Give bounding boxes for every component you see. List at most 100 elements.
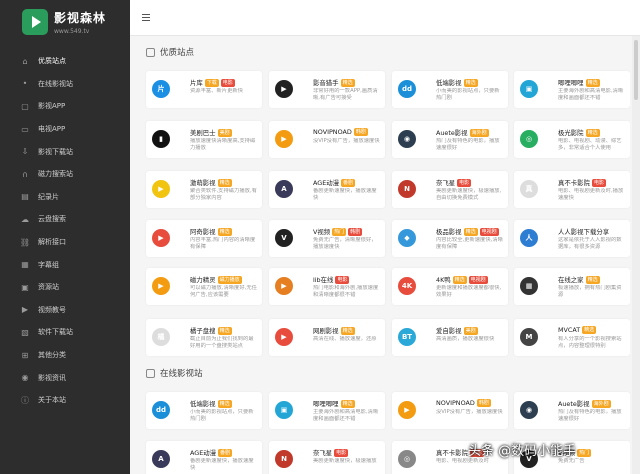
site-card[interactable]: ◎ 极光影院 精选 电影、电视剧、动漫、综艺多，非常适合个人使用 (514, 121, 630, 158)
site-name: V视频 (313, 228, 331, 236)
sidebar-item[interactable]: ⛓ 解析接口 (0, 231, 130, 254)
software-icon: ▧ (21, 327, 29, 337)
site-title: lib在线 电影 (313, 275, 350, 284)
sidebar-item[interactable]: ⌂ 优质站点 (0, 50, 130, 73)
site-description: 热门及有特色的电影，播放速度很好 (436, 138, 500, 151)
site-tag-badge: 精选 (585, 275, 600, 284)
site-card[interactable]: 橘 橘子盘搜 精选 截止目前为止我们找到的最好用的一个盘搜类站点 (146, 319, 262, 356)
site-title: 人人影视下载分享 (558, 227, 609, 236)
sidebar-item[interactable]: ⓘ 关于本站 (0, 389, 130, 412)
site-title: MVCAT 精选 (558, 326, 597, 334)
site-name: Auete影视 (558, 400, 590, 408)
logo[interactable]: 影视森林 www.549.tv (0, 0, 130, 44)
site-logo-icon: ◉ (398, 130, 416, 148)
site-tag-badge: 电影 (220, 78, 235, 87)
site-card[interactable]: BT 爱自影视 美剧 高清画质，播放速度很快 (392, 319, 508, 356)
site-card[interactable]: N 奈飞星 电影 美剧更新速度快，极速播放,自由切换免费模式 (392, 171, 508, 208)
film-icon: ▤ (21, 192, 29, 202)
site-card[interactable]: ▶ lib在线 电影 热门电影和海外剧,播放速度和清晰度都很不错 (269, 268, 385, 305)
site-logo-icon: ▶ (152, 180, 170, 198)
site-card[interactable]: ▶ NOVIPNOAD 韩剧 没VIP没有广告，播放速度快 (392, 392, 508, 429)
scrollbar-thumb[interactable] (634, 40, 638, 100)
site-card[interactable]: ▶ NOVIPNOAD 韩剧 没VIP没有广告，播放速度快 (269, 121, 385, 158)
site-description: 美剧更新速度快，极速播放 (313, 458, 377, 464)
site-card[interactable]: ▶ 网剧影视 精选 高清在线、播放速度，还原 (269, 319, 385, 356)
site-card[interactable]: 真 真不卡影院 电影 电影、电视剧更新及时,播放速度快 (514, 171, 630, 208)
site-card[interactable]: ◆ 极品影视 精选 电视剧 内容比较全,更新速度快,清晰度有保障 (392, 220, 508, 257)
site-name: 4K鸭 (436, 276, 451, 284)
site-name: 阿奇影视 (190, 228, 216, 236)
site-card[interactable]: ▶ 激萌影视 精选 聚合类软件,支持磁力播放,有部分独家内容 (146, 171, 262, 208)
sidebar-item[interactable]: ☁ 云盘搜索 (0, 208, 130, 231)
site-card[interactable]: 片 片库 下载 电影 资源丰富、新片更新快 (146, 71, 262, 108)
site-title: 4K鸭 精选 电视剧 (436, 275, 488, 284)
site-card[interactable]: ▶ 影音猎手 精选 非常好用的一款APP,画质清晰,有广告可接受 (269, 71, 385, 108)
sidebar-item-label: 关于本站 (38, 396, 66, 405)
site-card[interactable]: ▮ 美剧巴士 美剧 播放速度快清晰度高,支持磁力播放 (146, 121, 262, 158)
site-card[interactable]: M MVCAT 精选 有人分享的一个影视搜索站点，内容整理很特别 (514, 319, 630, 356)
sidebar-item[interactable]: ▦ 字幕组 (0, 253, 130, 276)
site-logo-icon: ▶ (152, 277, 170, 295)
site-title: AGE动漫 番剧 (190, 448, 233, 457)
site-title: V视频 热门 韩剧 (313, 227, 363, 236)
site-name: 极品影视 (436, 228, 462, 236)
site-card[interactable]: ▦ 在线之家 精选 极速播放，拥有热门剧集资源 (514, 268, 630, 305)
site-tag-badge: 磁力播放 (217, 275, 242, 284)
site-card[interactable]: 4K 4K鸭 精选 电视剧 更新速度和播放速度都很快,效果好 (392, 268, 508, 305)
subtitle-icon: ▦ (21, 260, 29, 270)
site-title: 激萌影视 精选 (190, 178, 232, 187)
sidebar-item[interactable]: ◉ 影视资讯 (0, 366, 130, 389)
site-card[interactable]: A AGE动漫 番剧 番剧更新速度快，播放速度快 (269, 171, 385, 208)
section-title-label: 在线影视站 (160, 369, 203, 379)
link-icon: ⛓ (19, 237, 31, 247)
sidebar-item[interactable]: ▭ 电视APP (0, 118, 130, 141)
sidebar-item[interactable]: ∩ 磁力搜索站 (0, 163, 130, 186)
site-title: 奈飞星 电影 (313, 448, 349, 457)
sidebar-item[interactable]: • 在线影视站 (0, 73, 130, 96)
section-title-label: 优质站点 (160, 48, 195, 58)
site-tag-badge: 电影 (335, 275, 350, 284)
sidebar-item[interactable]: ▶ 视频教号 (0, 299, 130, 322)
site-tag-badge: 下载 (204, 78, 219, 87)
site-logo-icon: A (275, 180, 293, 198)
site-card[interactable]: ▣ 唧哩唧哩 精选 主要海外剧和高清电影,清晰度和画面都还不错 (269, 392, 385, 429)
site-tag-badge: 韩剧 (348, 227, 363, 236)
site-tag-badge: 韩剧 (353, 128, 368, 136)
scrollbar[interactable] (632, 36, 640, 474)
site-logo-icon: 片 (152, 80, 170, 98)
sidebar-item-label: 影视下载站 (38, 147, 73, 156)
site-card[interactable]: ◉ Auete影视 海外剧 热门及有特色的电影，播放速度很好 (514, 392, 630, 429)
site-card[interactable]: V V视频 热门 韩剧 免费无广告，清晰度很好，播放速度快 (269, 220, 385, 257)
sidebar-item[interactable]: ▣ 资源站 (0, 276, 130, 299)
site-card[interactable]: N 奈飞星 电影 美剧更新速度快，极速播放 (269, 441, 385, 474)
site-card[interactable]: A AGE动漫 番剧 番剧更新速度快，播放速度快 (146, 441, 262, 474)
site-title: Auete影视 海外剧 (558, 399, 611, 408)
site-description: 高清画质，播放速度很快 (436, 336, 495, 342)
site-logo-icon: ▶ (275, 80, 293, 98)
sidebar-item[interactable]: ⇩ 影视下载站 (0, 140, 130, 163)
site-card[interactable]: ▣ 唧哩唧哩 精选 主要海外剧和高清电影,清晰度和画面都还不错 (514, 71, 630, 108)
site-card[interactable]: dd 低端影视 精选 小而美的影视站点，只要新热门剧 (392, 71, 508, 108)
site-card[interactable]: dd 低端影视 精选 小而美的影视站点，只要新热门剧 (146, 392, 262, 429)
sidebar-item-label: 字幕组 (38, 260, 59, 269)
sidebar-item[interactable]: ▢ 影视APP (0, 95, 130, 118)
site-description: 截止目前为止我们找到的最好用的一个盘搜类站点 (190, 336, 254, 349)
site-card[interactable]: 人 人人影视下载分享 这家是依托于人人影视的数据库，有很多资源 (514, 220, 630, 257)
sidebar-item-label: 解析接口 (38, 238, 66, 247)
site-tag-badge: 精选 (340, 78, 355, 87)
site-name: 片库 (190, 79, 203, 87)
menu-toggle-icon[interactable] (142, 14, 150, 21)
sidebar-item-label: 资源站 (38, 283, 59, 292)
site-tag-badge: 海外剧 (469, 128, 489, 137)
sidebar-item[interactable]: ▤ 纪录片 (0, 186, 130, 209)
site-name: 奈飞星 (313, 449, 333, 457)
site-card[interactable]: ▶ 阿奇影视 精选 内容丰富,热门内容的清晰度有保障 (146, 220, 262, 257)
news-icon: ◉ (21, 373, 29, 383)
site-name: 唧哩唧哩 (558, 79, 584, 87)
site-card[interactable]: ▶ 磁力精灵 磁力播放 可以磁力播放,清晰度好,无任何广告,应该需要 (146, 268, 262, 305)
sidebar-item[interactable]: ⊞ 其他分类 (0, 344, 130, 367)
site-title: 网剧影视 精选 (313, 326, 355, 335)
site-card[interactable]: ◉ Auete影视 海外剧 热门及有特色的电影，播放速度很好 (392, 121, 508, 158)
site-description: 电影、电视剧、动漫、综艺多，非常适合个人使用 (558, 138, 622, 151)
sidebar-item[interactable]: ▧ 软件下载站 (0, 321, 130, 344)
